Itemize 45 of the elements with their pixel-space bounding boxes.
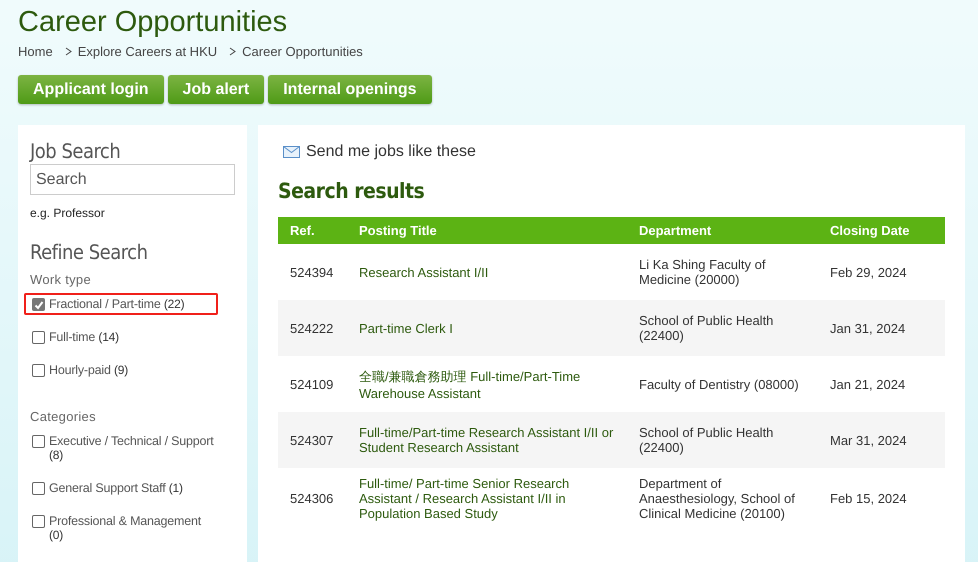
closing-date-cell: Jan 31, 2024: [818, 300, 945, 356]
ref-cell: 524394: [278, 244, 347, 300]
closing-date-cell: Mar 31, 2024: [818, 412, 945, 468]
checkbox[interactable]: [32, 298, 45, 311]
filter-option[interactable]: Full-time (14): [24, 326, 218, 348]
department-cell: Department of Anaesthesiology, School of Clinical Medicine (20100): [627, 468, 818, 529]
department-cell: School of Public Health (22400): [627, 300, 818, 356]
checkbox[interactable]: [32, 435, 45, 448]
filter-option[interactable]: Professional & Management (0): [24, 510, 218, 546]
department-cell: Faculty of Dentistry (08000): [627, 356, 818, 412]
checkbox[interactable]: [32, 364, 45, 377]
page-title: Career Opportunities: [18, 5, 288, 39]
refine-title: Refine Search: [30, 240, 148, 264]
posting-title-link[interactable]: Research Assistant I/II: [359, 264, 615, 280]
search-field[interactable]: Search: [30, 164, 235, 195]
posting-title-link[interactable]: Full-time/ Part-time Senior Research Assistant / Research Assistant I/II in Population Based Study: [359, 476, 615, 521]
ref-cell: 524306: [278, 468, 347, 529]
filter-option[interactable]: Hourly-paid (9): [24, 359, 218, 381]
breadcrumb-link[interactable]: Explore Careers at HKU: [78, 44, 218, 59]
filter-group-label: Categories: [30, 409, 97, 424]
posting-title-link[interactable]: 全職/兼職倉務助理 Full-time/Part-Time Warehouse Assistant: [359, 368, 615, 400]
department-cell: School of Public Health (22400): [627, 412, 818, 468]
search-hint: e.g. Professor: [30, 206, 106, 220]
ref-cell: 524307: [278, 412, 347, 468]
closing-date-cell: Jan 21, 2024: [818, 356, 945, 412]
filter-group-label: Work type: [30, 272, 92, 287]
filter-option[interactable]: Executive / Technical / Support (8): [24, 430, 218, 466]
envelope-icon: [283, 146, 300, 158]
ref-cell: 524109: [278, 356, 347, 412]
checkbox[interactable]: [32, 482, 45, 495]
sidebar-title: Job Search: [30, 139, 122, 163]
department-cell: Li Ka Shing Faculty of Medicine (20000): [627, 244, 818, 300]
ref-cell: 524222: [278, 300, 347, 356]
breadcrumb-link[interactable]: Career Opportunities: [242, 44, 363, 59]
filter-option[interactable]: Fractional / Part-time (22): [24, 293, 218, 315]
breadcrumb-separator-icon: [64, 47, 72, 56]
breadcrumb-link[interactable]: Home: [18, 44, 53, 59]
results-title: Search results: [278, 179, 426, 203]
filter-option[interactable]: General Support Staff (1): [24, 477, 218, 499]
checkbox[interactable]: [32, 331, 45, 344]
closing-date-cell: Feb 29, 2024: [818, 244, 945, 300]
send-jobs-link[interactable]: Send me jobs like these: [306, 143, 476, 161]
breadcrumb-separator-icon: [229, 47, 236, 56]
checkbox[interactable]: [32, 515, 45, 528]
closing-date-cell: Feb 15, 2024: [818, 468, 945, 529]
